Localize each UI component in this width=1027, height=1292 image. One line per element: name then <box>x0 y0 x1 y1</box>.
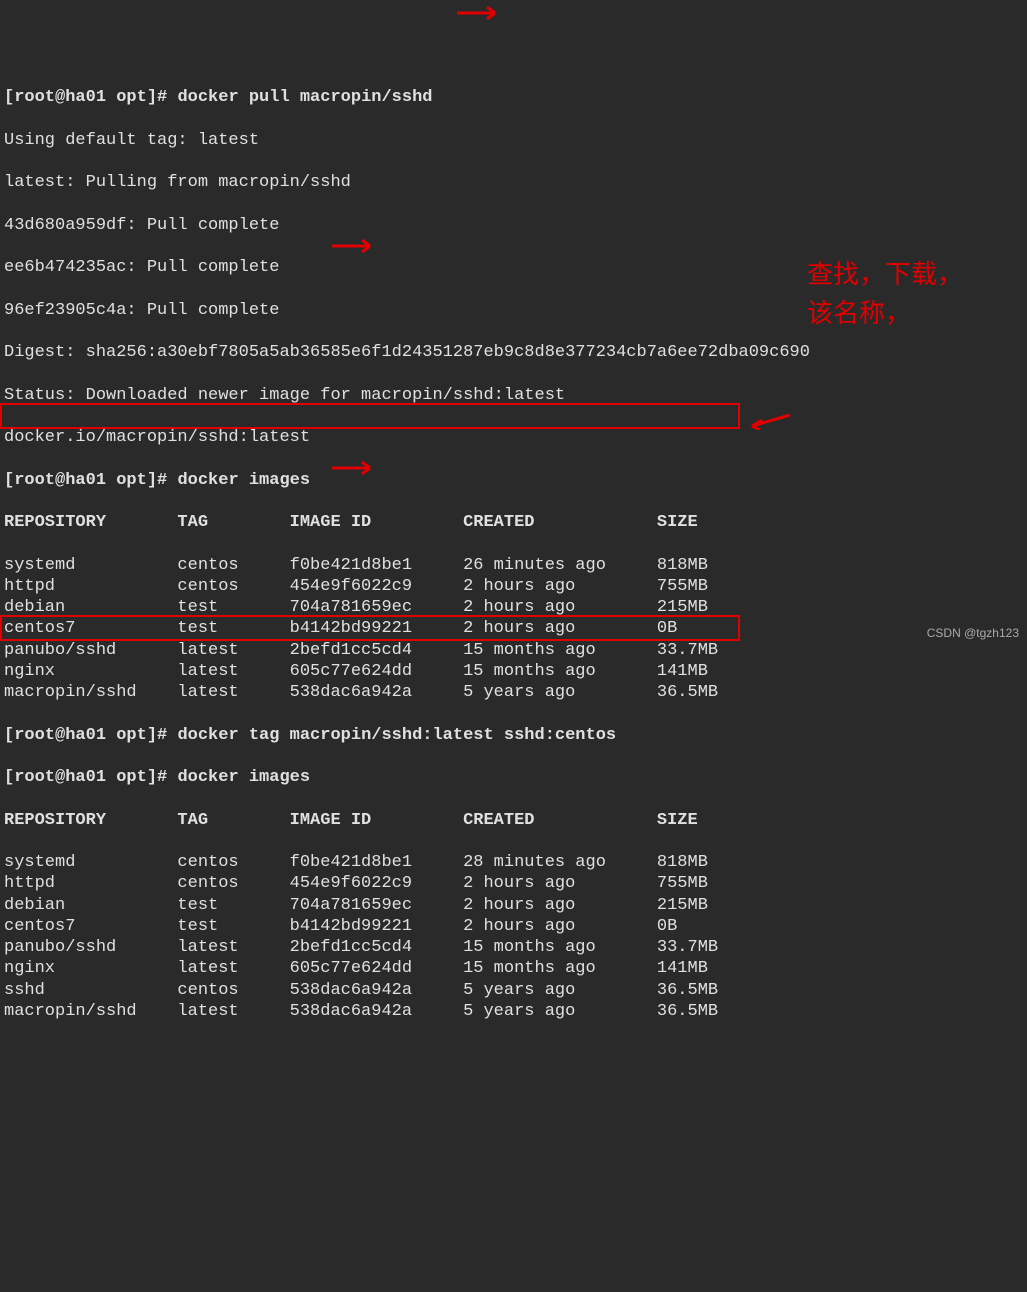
arrow-annotation-icon <box>750 412 800 430</box>
pull-output-line: docker.io/macropin/sshd:latest <box>4 427 1023 448</box>
pull-output-line: 43d680a959df: Pull complete <box>4 215 1023 236</box>
command-images: docker images <box>177 471 310 490</box>
image-row: macropin/sshd latest 538dac6a942a 5 year… <box>4 682 1023 703</box>
image-row: httpd centos 454e9f6022c9 2 hours ago 75… <box>4 576 1023 597</box>
image-row: sshd centos 538dac6a942a 5 years ago 36.… <box>4 980 1023 1001</box>
pull-output-line: Digest: sha256:a30ebf7805a5ab36585e6f1d2… <box>4 342 1023 363</box>
prompt: [root@ha01 opt]# <box>4 471 177 490</box>
pull-output-line: Status: Downloaded newer image for macro… <box>4 385 1023 406</box>
prompt: [root@ha01 opt]# <box>4 88 177 107</box>
command-images: docker images <box>177 768 310 787</box>
prompt: [root@ha01 opt]# <box>4 768 177 787</box>
pull-output-line: latest: Pulling from macropin/sshd <box>4 172 1023 193</box>
terminal-line: [root@ha01 opt]# docker images <box>4 470 1023 491</box>
image-row: nginx latest 605c77e624dd 15 months ago … <box>4 958 1023 979</box>
image-row: panubo/sshd latest 2befd1cc5cd4 15 month… <box>4 640 1023 661</box>
arrow-annotation-icon <box>330 237 380 255</box>
annotation-text: 查找，下载，该名称， <box>807 255 987 333</box>
terminal-line: [root@ha01 opt]# docker tag macropin/ssh… <box>4 725 1023 746</box>
image-row: debian test 704a781659ec 2 hours ago 215… <box>4 895 1023 916</box>
image-row: macropin/sshd latest 538dac6a942a 5 year… <box>4 1001 1023 1022</box>
image-row: systemd centos f0be421d8be1 28 minutes a… <box>4 852 1023 873</box>
image-row: httpd centos 454e9f6022c9 2 hours ago 75… <box>4 873 1023 894</box>
arrow-annotation-icon <box>455 4 505 22</box>
pull-output-line: Using default tag: latest <box>4 130 1023 151</box>
image-row: debian test 704a781659ec 2 hours ago 215… <box>4 597 1023 618</box>
image-row: panubo/sshd latest 2befd1cc5cd4 15 month… <box>4 937 1023 958</box>
command-tag: docker tag macropin/sshd:latest sshd:cen… <box>177 726 616 745</box>
image-row: systemd centos f0be421d8be1 26 minutes a… <box>4 555 1023 576</box>
arrow-annotation-icon <box>330 459 380 477</box>
highlight-box <box>0 403 740 429</box>
images-header: REPOSITORY TAG IMAGE ID CREATED SIZE <box>4 512 1023 533</box>
images-header: REPOSITORY TAG IMAGE ID CREATED SIZE <box>4 810 1023 831</box>
image-row: centos7 test b4142bd99221 2 hours ago 0B <box>4 618 1023 639</box>
prompt: [root@ha01 opt]# <box>4 726 177 745</box>
watermark: CSDN @tgzh123 <box>927 626 1019 641</box>
image-row: centos7 test b4142bd99221 2 hours ago 0B <box>4 916 1023 937</box>
terminal-line: [root@ha01 opt]# docker pull macropin/ss… <box>4 87 1023 108</box>
command-pull: docker pull macropin/sshd <box>177 88 432 107</box>
terminal-line: [root@ha01 opt]# docker images <box>4 767 1023 788</box>
image-row: nginx latest 605c77e624dd 15 months ago … <box>4 661 1023 682</box>
